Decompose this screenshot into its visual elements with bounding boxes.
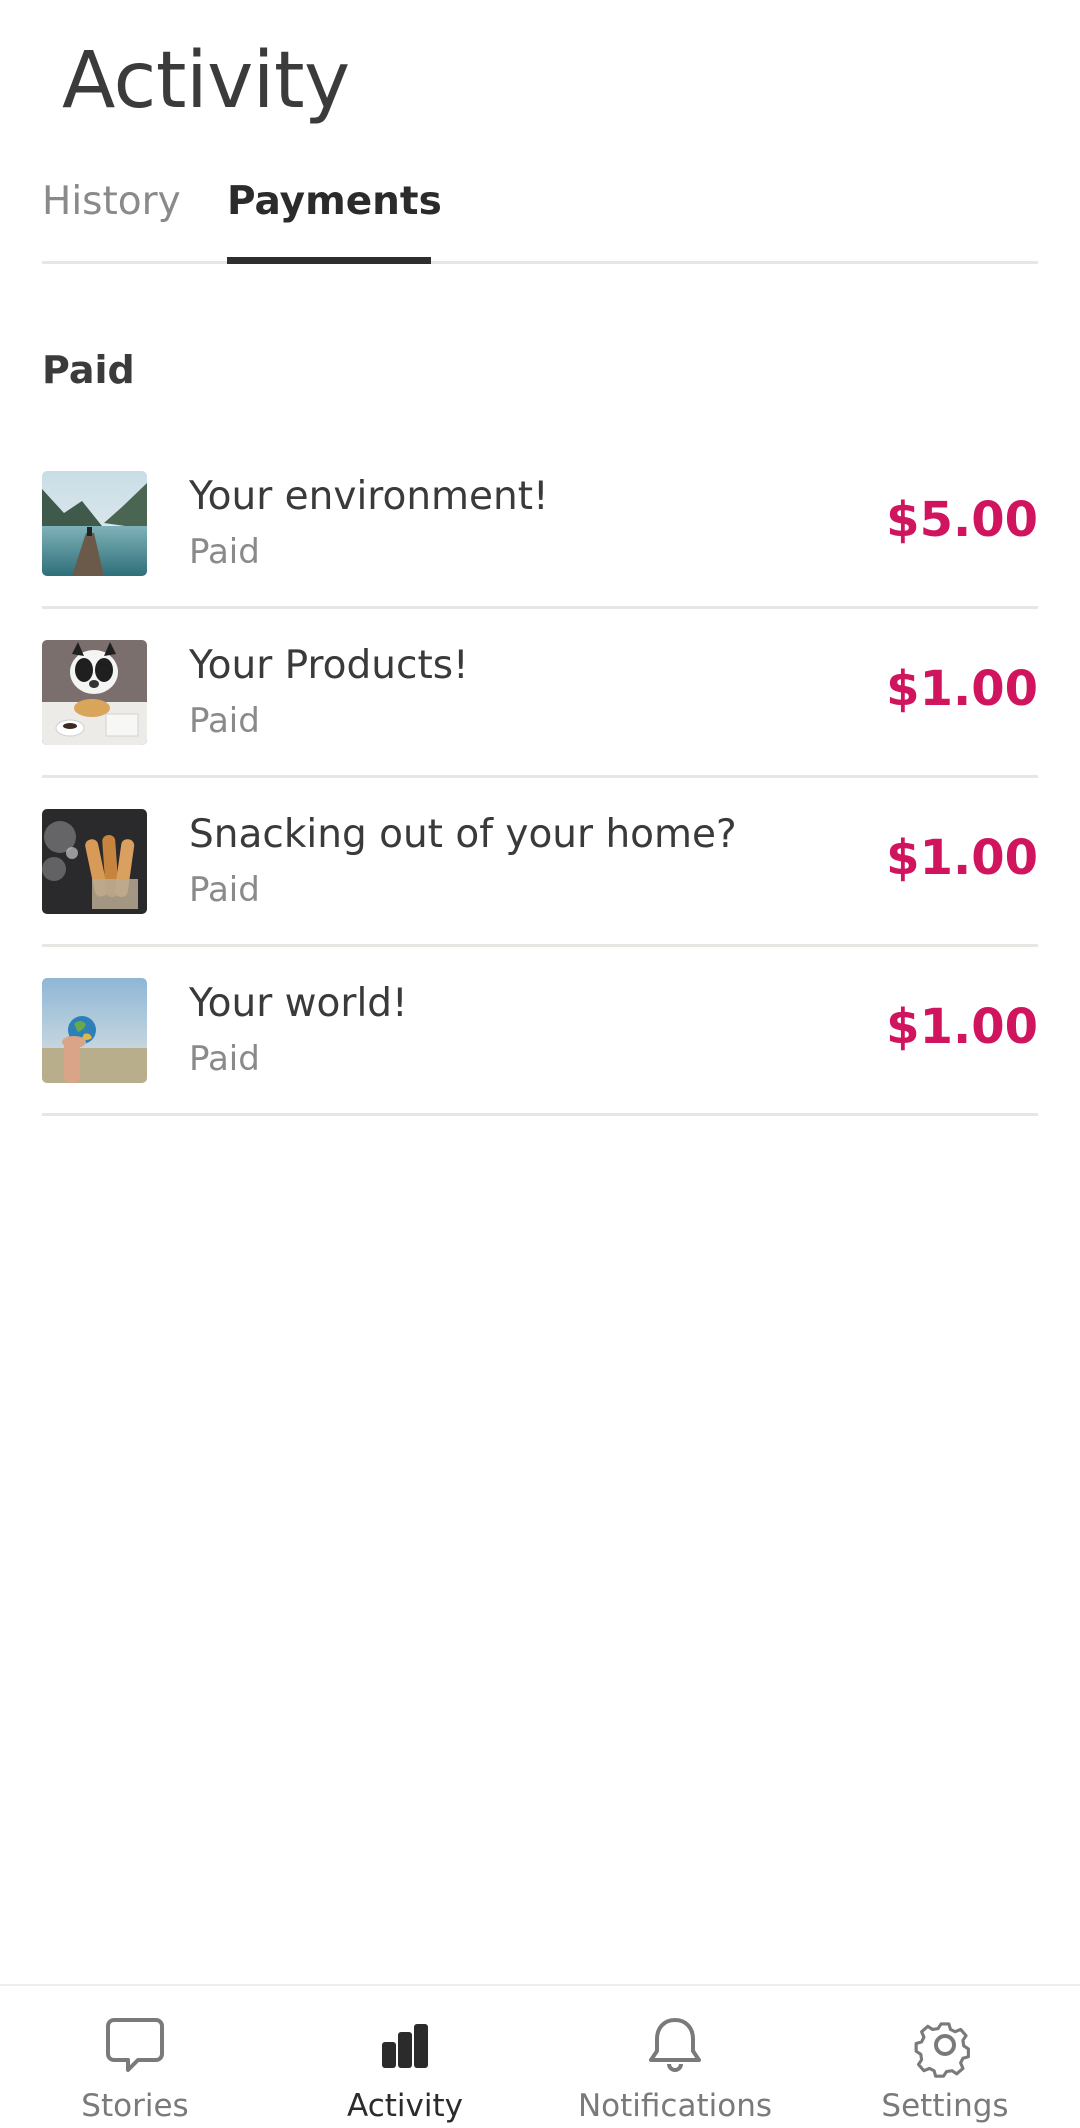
payment-amount: $1.00 — [886, 830, 1038, 886]
bar-chart-icon — [370, 2010, 440, 2080]
nav-label: Stories — [81, 2088, 189, 2124]
section-heading-paid: Paid — [42, 348, 135, 392]
bread-flour-thumbnail — [42, 809, 147, 914]
bell-icon — [640, 2010, 710, 2080]
lake-dock-thumbnail — [42, 471, 147, 576]
nav-label: Settings — [881, 2088, 1009, 2124]
payment-amount: $1.00 — [886, 661, 1038, 717]
dog-breakfast-thumbnail — [42, 640, 147, 745]
payment-status: Paid — [189, 1039, 260, 1079]
payment-title: Your world! — [189, 981, 408, 1026]
payment-row[interactable]: Snacking out of your home? Paid $1.00 — [42, 778, 1038, 947]
payment-amount: $5.00 — [886, 492, 1038, 548]
payment-title: Your Products! — [189, 643, 469, 688]
payment-amount: $1.00 — [886, 999, 1038, 1055]
nav-stories[interactable]: Stories — [0, 1986, 270, 2128]
payment-row[interactable]: Your environment! Paid $5.00 — [42, 440, 1038, 609]
chat-bubble-icon — [100, 2010, 170, 2080]
payment-title: Your environment! — [189, 474, 549, 519]
nav-notifications[interactable]: Notifications — [540, 1986, 810, 2128]
gear-icon — [910, 2010, 980, 2080]
payment-row[interactable]: Your world! Paid $1.00 — [42, 947, 1038, 1116]
tab-history[interactable]: History — [42, 174, 181, 230]
nav-label: Notifications — [577, 2088, 773, 2124]
nav-activity[interactable]: Activity — [270, 1986, 540, 2128]
payment-title: Snacking out of your home? — [189, 812, 737, 857]
payments-list: Your environment! Paid $5.00 Your Produc… — [42, 440, 1038, 1116]
active-tab-indicator — [227, 257, 431, 264]
page-title: Activity — [62, 36, 350, 126]
payment-status: Paid — [189, 870, 260, 910]
tab-bar: History Payments — [42, 170, 1038, 264]
nav-settings[interactable]: Settings — [810, 1986, 1080, 2128]
tab-payments[interactable]: Payments — [227, 174, 442, 230]
payment-row[interactable]: Your Products! Paid $1.00 — [42, 609, 1038, 778]
globe-in-hand-thumbnail — [42, 978, 147, 1083]
nav-label: Activity — [347, 2088, 463, 2124]
activity-screen: Activity History Payments Paid Your envi… — [0, 0, 1080, 2128]
payment-status: Paid — [189, 701, 260, 741]
payment-status: Paid — [189, 532, 260, 572]
bottom-navigation: Stories Activity Notifications Settings — [0, 1984, 1080, 2128]
